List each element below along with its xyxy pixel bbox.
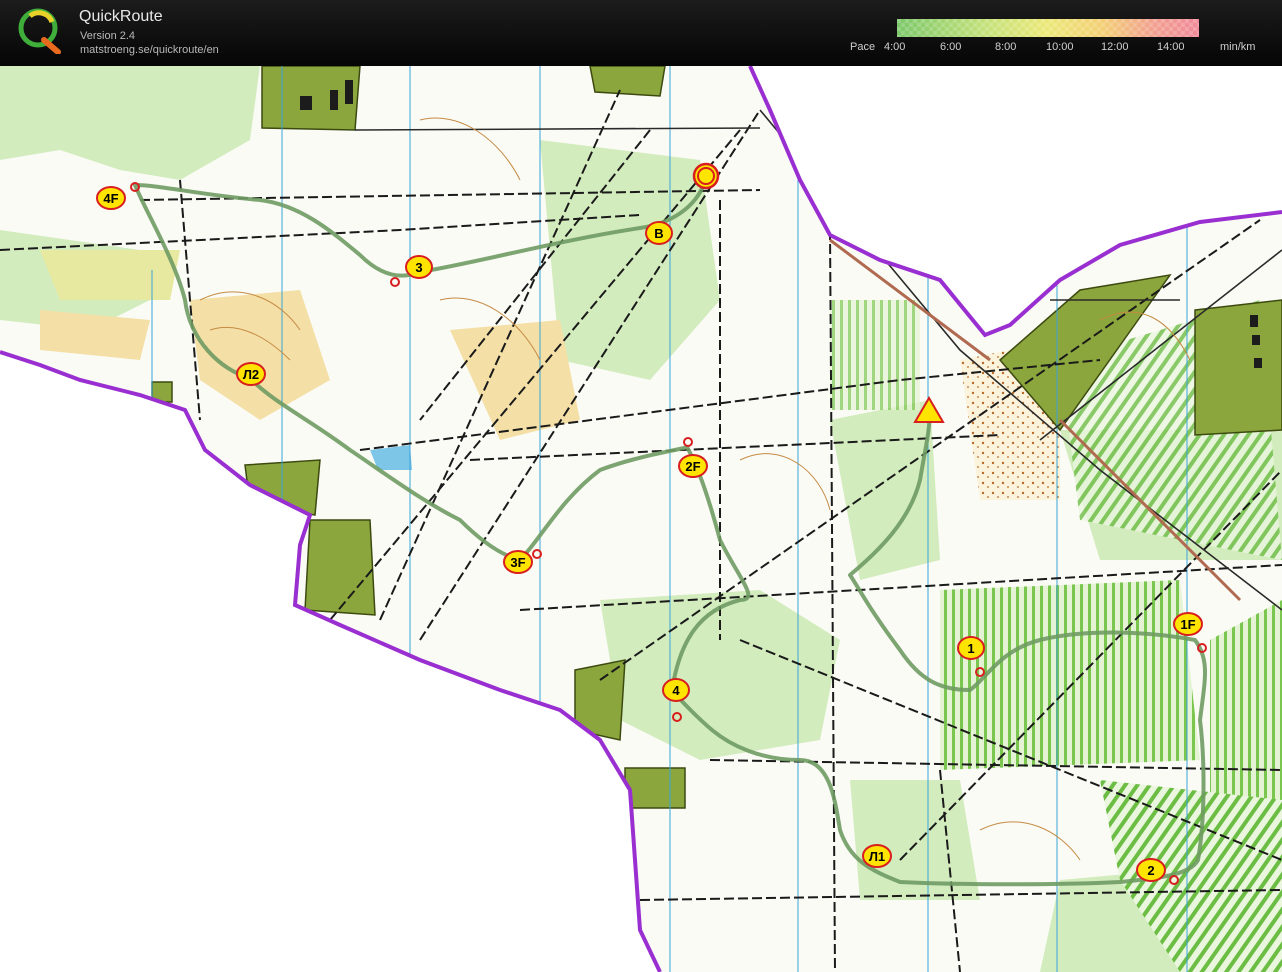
pace-tick: 4:00 [884, 41, 906, 53]
finish-circle-icon [692, 162, 720, 190]
svg-text:2F: 2F [685, 459, 700, 474]
svg-text:1: 1 [967, 641, 974, 656]
pace-tick: 10:00 [1046, 41, 1074, 53]
app-header: QuickRoute Version 2.4 matstroeng.se/qui… [0, 0, 1282, 66]
control-L2[interactable]: Л2 [236, 362, 266, 386]
control-4[interactable]: 4 [662, 678, 690, 702]
control-L1[interactable]: Л1 [862, 844, 892, 868]
control-4F[interactable]: 4F [96, 186, 126, 210]
svg-text:4: 4 [672, 683, 680, 698]
pace-tick: 6:00 [940, 41, 962, 53]
svg-text:Л1: Л1 [869, 849, 885, 864]
pace-tick: 12:00 [1101, 41, 1129, 53]
app-title: QuickRoute [79, 8, 163, 25]
control-B[interactable]: B [645, 221, 673, 245]
pace-color-scale [897, 19, 1199, 37]
orienteering-map[interactable]: 4F 3 B Л2 2F 3F 1 1F 4 Л1 2 [0, 66, 1282, 972]
svg-text:B: B [654, 226, 663, 241]
control-2F[interactable]: 2F [678, 454, 708, 478]
control-3[interactable]: 3 [405, 255, 433, 279]
control-1[interactable]: 1 [957, 636, 985, 660]
control-3F[interactable]: 3F [503, 550, 533, 574]
pace-unit: min/km [1220, 41, 1256, 53]
pace-tick: 8:00 [995, 41, 1017, 53]
svg-text:3F: 3F [510, 555, 525, 570]
svg-text:1F: 1F [1180, 617, 1195, 632]
pace-tick: 14:00 [1157, 41, 1185, 53]
app-url[interactable]: matstroeng.se/quickroute/en [80, 44, 219, 56]
svg-text:3: 3 [415, 260, 422, 275]
quickroute-logo-icon [18, 8, 61, 54]
svg-text:4F: 4F [103, 191, 118, 206]
svg-text:Л2: Л2 [243, 367, 259, 382]
app-version: Version 2.4 [80, 30, 136, 42]
svg-text:2: 2 [1147, 863, 1154, 878]
control-1F[interactable]: 1F [1173, 612, 1203, 636]
pace-label: Pace [850, 41, 876, 53]
control-2[interactable]: 2 [1136, 858, 1166, 882]
